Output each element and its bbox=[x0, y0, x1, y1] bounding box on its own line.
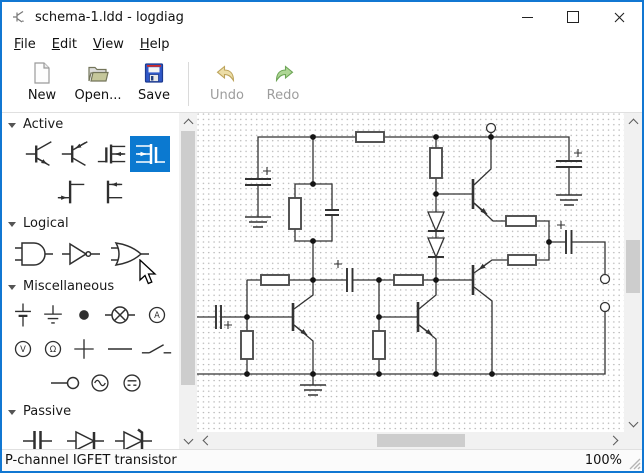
expander-icon bbox=[8, 410, 16, 415]
palette-item-junction[interactable] bbox=[68, 298, 100, 332]
palette-item-ground[interactable] bbox=[38, 298, 68, 332]
expander-icon bbox=[8, 123, 16, 128]
canvas-scroll-down-arrow[interactable] bbox=[624, 415, 642, 432]
palette-item-n-igfet[interactable] bbox=[94, 137, 130, 171]
svg-text:Ω: Ω bbox=[50, 344, 57, 354]
section-label: Logical bbox=[23, 216, 69, 231]
palette-item-voltmeter[interactable]: V bbox=[8, 332, 38, 366]
open-label: Open... bbox=[74, 88, 121, 103]
palette-item-p-jfet[interactable] bbox=[90, 175, 126, 209]
section-passive-header[interactable]: Passive bbox=[2, 400, 179, 421]
palette-item-terminal[interactable] bbox=[46, 366, 84, 400]
chevron-down-icon bbox=[183, 434, 193, 444]
expander-icon bbox=[8, 222, 16, 227]
app-window: schema-1.ldd - logdiag File Edit View He… bbox=[0, 0, 644, 473]
status-bar: P-channel IGFET transistor 100% bbox=[2, 449, 642, 471]
chevron-down-icon bbox=[628, 417, 638, 427]
mouse-cursor-icon bbox=[138, 259, 158, 287]
palette-item-battery[interactable] bbox=[8, 298, 38, 332]
canvas-scroll-up-arrow[interactable] bbox=[624, 113, 642, 130]
palette-item-p-igfet[interactable] bbox=[130, 136, 170, 172]
canvas-scroll-right-arrow[interactable] bbox=[606, 432, 624, 449]
expander-icon bbox=[8, 285, 16, 290]
schematic-canvas[interactable] bbox=[197, 113, 624, 432]
palette-item-crossing[interactable] bbox=[68, 332, 100, 366]
section-active-header[interactable]: Active bbox=[2, 113, 179, 134]
chevron-up-icon bbox=[183, 118, 193, 128]
palette-item-not-gate[interactable] bbox=[58, 236, 106, 272]
maximize-icon bbox=[567, 11, 579, 23]
main-area: Active bbox=[2, 113, 642, 449]
palette-scroll-up-arrow[interactable] bbox=[179, 113, 197, 130]
canvas-scroll-left-arrow[interactable] bbox=[197, 432, 215, 449]
scrollbar-corner bbox=[624, 432, 642, 449]
redo-icon bbox=[271, 61, 295, 85]
palette-item-dc-source[interactable] bbox=[116, 366, 148, 400]
menu-bar: File Edit View Help bbox=[2, 32, 642, 56]
status-text: P-channel IGFET transistor bbox=[5, 453, 177, 468]
close-button[interactable] bbox=[596, 2, 642, 32]
chevron-up-icon bbox=[628, 118, 638, 128]
new-document-icon bbox=[30, 61, 54, 85]
save-label: Save bbox=[138, 88, 170, 103]
section-label: Active bbox=[23, 117, 63, 132]
section-label: Passive bbox=[23, 404, 71, 419]
window-title: schema-1.ldd - logdiag bbox=[35, 10, 184, 25]
menu-edit[interactable]: Edit bbox=[44, 34, 85, 55]
palette-item-lamp[interactable] bbox=[100, 298, 140, 332]
menu-file[interactable]: File bbox=[6, 34, 44, 55]
close-icon bbox=[614, 12, 625, 23]
undo-icon bbox=[215, 61, 239, 85]
palette-scrollbar-thumb[interactable] bbox=[181, 131, 195, 385]
save-button[interactable]: Save bbox=[126, 61, 182, 103]
palette-item-ammeter[interactable]: A bbox=[140, 298, 174, 332]
new-label: New bbox=[28, 88, 56, 103]
canvas-vscrollbar-thumb[interactable] bbox=[626, 240, 640, 293]
undo-label: Undo bbox=[210, 88, 244, 103]
section-logical-header[interactable]: Logical bbox=[2, 212, 179, 233]
redo-label: Redo bbox=[267, 88, 300, 103]
palette-item-wire[interactable] bbox=[100, 332, 140, 366]
undo-button[interactable]: Undo bbox=[199, 61, 255, 103]
save-floppy-icon bbox=[142, 61, 166, 85]
palette-item-ac-source[interactable] bbox=[84, 366, 116, 400]
svg-text:A: A bbox=[154, 310, 160, 320]
svg-text:V: V bbox=[20, 344, 26, 354]
canvas-hscrollbar[interactable] bbox=[197, 432, 624, 449]
schematic-drawing[interactable] bbox=[197, 113, 624, 432]
palette-item-zener-diode[interactable] bbox=[110, 424, 158, 449]
chevron-left-icon bbox=[203, 436, 213, 446]
section-label: Miscellaneous bbox=[23, 279, 114, 294]
canvas-hscrollbar-thumb[interactable] bbox=[377, 434, 465, 447]
palette-item-ohmmeter[interactable]: Ω bbox=[38, 332, 68, 366]
palette-item-switch[interactable] bbox=[140, 332, 174, 366]
redo-button[interactable]: Redo bbox=[255, 61, 311, 103]
palette-item-diode[interactable] bbox=[62, 424, 110, 449]
title-bar[interactable]: schema-1.ldd - logdiag bbox=[2, 2, 642, 32]
canvas-vscrollbar[interactable] bbox=[624, 113, 642, 432]
new-button[interactable]: New bbox=[14, 61, 70, 103]
menu-help[interactable]: Help bbox=[132, 34, 178, 55]
toolbar: New Open... Save Undo bbox=[2, 56, 644, 113]
maximize-button[interactable] bbox=[550, 2, 596, 32]
palette-item-npn[interactable] bbox=[22, 137, 58, 171]
toolbar-separator bbox=[188, 62, 189, 106]
open-folder-icon bbox=[86, 61, 110, 85]
palette-item-n-jfet[interactable] bbox=[54, 175, 90, 209]
palette-item-and-gate[interactable] bbox=[10, 236, 58, 272]
chevron-right-icon bbox=[609, 436, 619, 446]
minimize-icon bbox=[522, 17, 533, 18]
zoom-level: 100% bbox=[585, 453, 622, 468]
palette-scroll-down-arrow[interactable] bbox=[179, 432, 197, 449]
palette-scrollbar[interactable] bbox=[179, 113, 197, 449]
resize-grip[interactable] bbox=[628, 457, 641, 470]
minimize-button[interactable] bbox=[504, 2, 550, 32]
palette-item-capacitor[interactable] bbox=[14, 424, 62, 449]
open-button[interactable]: Open... bbox=[70, 61, 126, 103]
palette-item-pnp[interactable] bbox=[58, 137, 94, 171]
menu-view[interactable]: View bbox=[85, 34, 132, 55]
app-logo-icon bbox=[11, 9, 27, 25]
